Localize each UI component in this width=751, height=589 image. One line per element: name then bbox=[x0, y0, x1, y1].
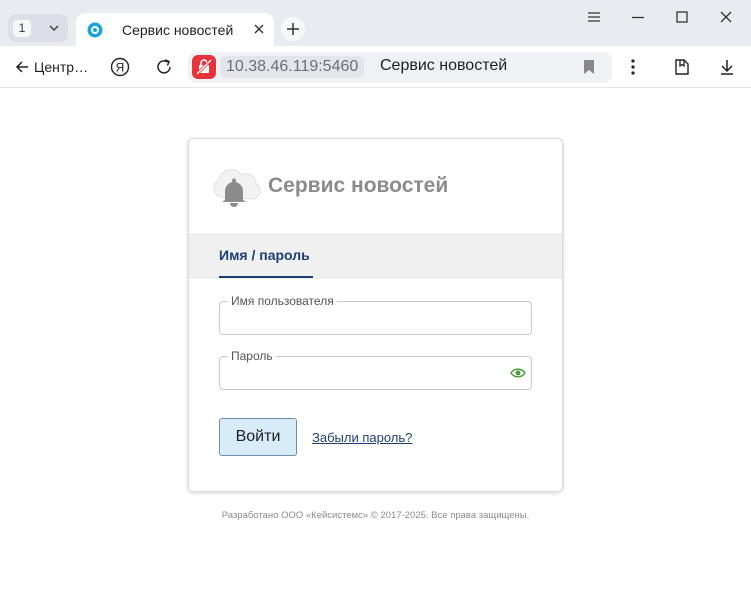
password-input[interactable] bbox=[228, 365, 488, 383]
tab-count-badge: 1 bbox=[13, 20, 31, 37]
reload-icon[interactable] bbox=[154, 57, 174, 77]
site-favicon-icon bbox=[87, 22, 103, 38]
password-field[interactable]: Пароль bbox=[219, 349, 532, 390]
forgot-password-link[interactable]: Забыли пароль? bbox=[312, 430, 412, 445]
browser-tab-bar: 1 Сервис новостей bbox=[0, 0, 751, 46]
arrow-left-icon bbox=[15, 61, 28, 73]
more-options-icon[interactable] bbox=[623, 57, 643, 77]
auth-tabs: Имя / пароль bbox=[189, 233, 562, 279]
address-bar[interactable]: 10.38.46.119:5460 Сервис новостей bbox=[188, 52, 612, 83]
browser-toolbar: Центр… Я 10.38.46.119:5460 Сервис новост… bbox=[0, 46, 751, 88]
menu-icon[interactable] bbox=[585, 8, 603, 26]
browser-tab-active[interactable]: Сервис новостей bbox=[76, 13, 274, 46]
address-host: 10.38.46.119:5460 bbox=[220, 56, 365, 78]
insecure-connection-icon[interactable] bbox=[192, 55, 216, 79]
minimize-icon[interactable] bbox=[629, 8, 647, 26]
bookmark-icon[interactable] bbox=[582, 59, 596, 75]
password-label: Пароль bbox=[228, 349, 276, 363]
tab-username-password[interactable]: Имя / пароль bbox=[219, 247, 310, 263]
address-page-title: Сервис новостей bbox=[380, 57, 508, 74]
username-input[interactable] bbox=[228, 310, 488, 328]
download-icon[interactable] bbox=[717, 57, 737, 77]
chevron-down-icon[interactable] bbox=[46, 20, 62, 36]
back-button[interactable]: Центр… bbox=[14, 58, 88, 76]
tab-title: Сервис новостей bbox=[122, 22, 234, 38]
copyright-text: Разработано ООО «Кейсистемс» © 2017-2025… bbox=[221, 510, 530, 521]
collections-icon[interactable] bbox=[672, 57, 692, 77]
plus-icon bbox=[287, 23, 299, 35]
login-button[interactable]: Войти bbox=[219, 418, 297, 456]
login-card: Сервис новостей Имя / пароль Имя пользов… bbox=[188, 138, 563, 492]
yandex-logo-icon[interactable]: Я bbox=[110, 57, 130, 77]
close-window-icon[interactable] bbox=[717, 8, 735, 26]
active-tab-indicator bbox=[219, 276, 313, 278]
maximize-icon[interactable] bbox=[673, 8, 691, 26]
app-title: Сервис новостей bbox=[268, 174, 449, 197]
show-password-eye-icon[interactable] bbox=[510, 366, 526, 380]
tab-counter[interactable]: 1 bbox=[8, 14, 68, 42]
page-footer: Разработано ООО «Кейсистемс» © 2017-2025… bbox=[0, 510, 751, 521]
back-button-label: Центр… bbox=[34, 59, 89, 75]
svg-text:Я: Я bbox=[116, 61, 125, 75]
username-field[interactable]: Имя пользователя bbox=[219, 294, 532, 335]
news-bell-logo-icon bbox=[213, 169, 261, 207]
new-tab-button[interactable] bbox=[281, 17, 305, 41]
close-tab-icon[interactable] bbox=[252, 22, 266, 36]
username-label: Имя пользователя bbox=[228, 294, 337, 308]
